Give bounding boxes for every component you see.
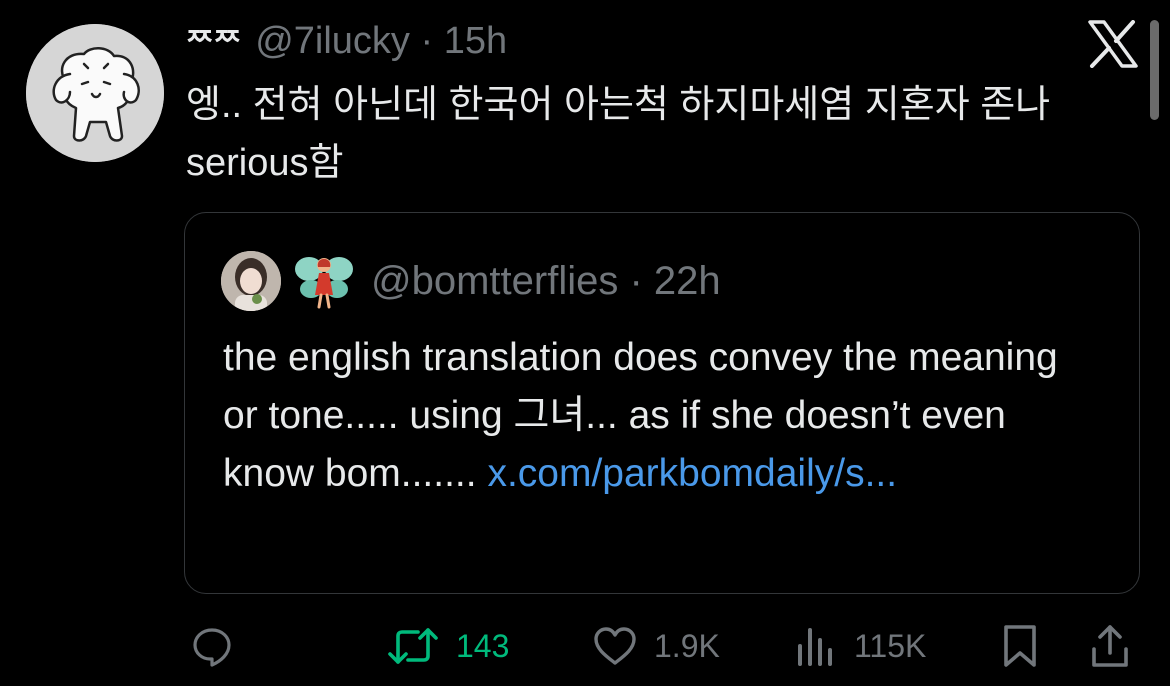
share-button[interactable] (1090, 624, 1130, 668)
like-count: 1.9K (654, 627, 720, 664)
quoted-link[interactable]: x.com/parkbomdaily/s... (487, 452, 897, 495)
share-icon (1092, 625, 1128, 667)
bookmark-icon (1004, 625, 1036, 667)
retweet-icon (388, 628, 438, 664)
author-avatar[interactable] (26, 24, 164, 162)
quoted-separator: · (629, 259, 643, 303)
scrollbar[interactable] (1150, 20, 1159, 120)
bookmark-button[interactable] (1000, 624, 1040, 668)
reply-icon (193, 628, 231, 667)
action-bar: 143 1.9K 115K (0, 610, 1170, 686)
x-logo-icon[interactable] (1088, 20, 1138, 68)
author-handle[interactable]: @7ilucky (255, 20, 410, 62)
like-button[interactable]: 1.9K (592, 624, 720, 668)
views-icon (798, 628, 832, 666)
views-count: 115K (854, 627, 927, 664)
quoted-header: @bomtterflies · 22h (371, 257, 721, 305)
quoted-author-avatar[interactable] (221, 251, 281, 311)
quoted-time[interactable]: 22h (654, 259, 721, 303)
quoted-text-block: the english translation does convey the … (223, 329, 1103, 503)
dog-illustration-icon (26, 24, 164, 162)
fairy-emoji-icon (295, 257, 353, 309)
retweet-count: 143 (456, 627, 510, 664)
like-icon (594, 627, 636, 665)
quoted-tweet-card[interactable]: @bomtterflies · 22h the english translat… (184, 212, 1140, 594)
display-name[interactable]: ᄍᄍ (186, 27, 241, 60)
quoted-handle[interactable]: @bomtterflies (371, 259, 618, 303)
tweet-time[interactable]: 15h (444, 20, 507, 62)
views-button[interactable]: 115K (794, 624, 926, 668)
tweet-header: ᄍᄍ @7ilucky · 15h (186, 18, 507, 67)
tweet-text: 엥.. 전혀 아닌데 한국어 아는척 하지마세염 지혼자 존나 serious함 (186, 84, 1051, 184)
retweet-button[interactable]: 143 (386, 624, 509, 668)
portrait-icon (221, 251, 281, 311)
header-separator: · (420, 20, 434, 62)
reply-button[interactable] (190, 624, 250, 668)
